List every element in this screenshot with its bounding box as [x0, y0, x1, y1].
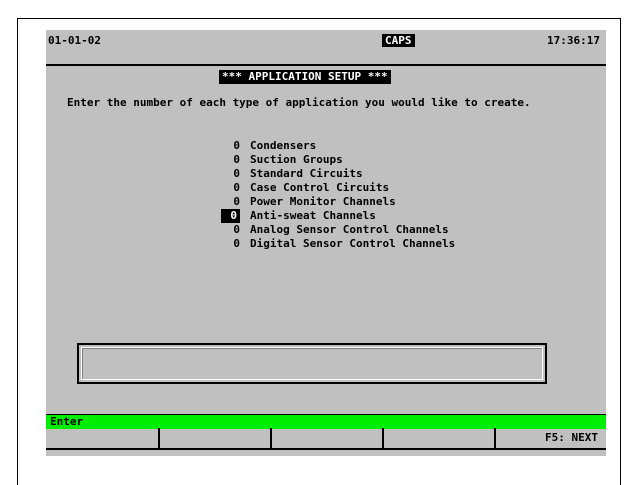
fkey-3[interactable]: [270, 428, 382, 448]
label-digital-sensor-control-channels: Digital Sensor Control Channels: [250, 237, 456, 250]
count-field-analog-sensor-control-channels[interactable]: 0: [226, 223, 240, 237]
fkey-2[interactable]: [158, 428, 270, 448]
fkey-1[interactable]: [46, 428, 158, 448]
label-anti-sweat-channels: Anti-sweat Channels: [250, 209, 376, 222]
time-display: 17:36:17: [547, 34, 600, 47]
header-bar: 01-01-02 CAPS 17:36:17: [46, 30, 606, 60]
status-label: Enter: [50, 415, 84, 428]
label-case-control-circuits: Case Control Circuits: [250, 181, 390, 194]
label-power-monitor-channels: Power Monitor Channels: [250, 195, 396, 208]
terminal-screen: 01-01-02 CAPS 17:36:17 *** APPLICATION S…: [46, 30, 606, 456]
label-standard-circuits: Standard Circuits: [250, 167, 363, 180]
fkey-4[interactable]: [382, 428, 494, 448]
count-field-power-monitor-channels[interactable]: 0: [226, 195, 240, 209]
page-title: *** APPLICATION SETUP ***: [219, 70, 391, 84]
header-divider: [46, 64, 606, 66]
count-field-standard-circuits[interactable]: 0: [226, 167, 240, 181]
count-field-digital-sensor-control-channels[interactable]: 0: [226, 237, 240, 251]
label-analog-sensor-control-channels: Analog Sensor Control Channels: [250, 223, 449, 236]
next-button-label: F5: NEXT: [545, 431, 598, 444]
count-field-suction-groups[interactable]: 0: [226, 153, 240, 167]
instruction-text: Enter the number of each type of applica…: [67, 96, 531, 109]
count-field-anti-sweat-channels[interactable]: 0: [221, 209, 240, 223]
date-display: 01-01-02: [48, 34, 101, 47]
function-key-bar: F5: NEXT: [46, 428, 606, 450]
next-button[interactable]: F5: NEXT: [494, 428, 606, 448]
message-box: [77, 343, 547, 384]
status-bar: Enter: [46, 414, 606, 429]
label-condensers: Condensers: [250, 139, 317, 152]
message-box-inner: [81, 347, 543, 380]
caps-lock-badge: CAPS: [382, 34, 415, 47]
label-suction-groups: Suction Groups: [250, 153, 343, 166]
count-field-case-control-circuits[interactable]: 0: [226, 181, 240, 195]
count-field-condensers[interactable]: 0: [226, 139, 240, 153]
